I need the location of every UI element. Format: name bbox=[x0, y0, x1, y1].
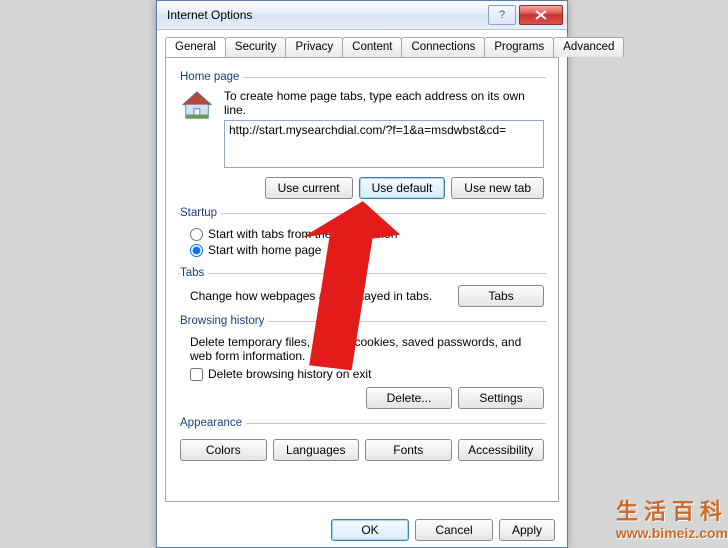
cancel-button[interactable]: Cancel bbox=[415, 519, 493, 541]
appearance-group: Appearance Colors Languages Fonts Access… bbox=[178, 417, 546, 465]
tab-connections[interactable]: Connections bbox=[401, 37, 485, 57]
homepage-instruction: To create home page tabs, type each addr… bbox=[224, 89, 544, 117]
delete-on-exit-label: Delete browsing history on exit bbox=[208, 367, 371, 381]
tabs-legend: Tabs bbox=[180, 267, 208, 279]
use-default-button[interactable]: Use default bbox=[359, 177, 446, 199]
homepage-url-input[interactable] bbox=[224, 120, 544, 168]
delete-on-exit-option[interactable]: Delete browsing history on exit bbox=[190, 367, 544, 381]
languages-button[interactable]: Languages bbox=[273, 439, 360, 461]
startup-home-label: Start with home page bbox=[208, 243, 321, 257]
fonts-button[interactable]: Fonts bbox=[365, 439, 452, 461]
tab-programs[interactable]: Programs bbox=[484, 37, 554, 57]
startup-home-radio[interactable] bbox=[190, 244, 203, 257]
tabs-text: Change how webpages are displayed in tab… bbox=[190, 289, 450, 303]
help-button[interactable]: ? bbox=[488, 5, 516, 25]
tab-security[interactable]: Security bbox=[225, 37, 287, 57]
startup-group: Startup Start with tabs from the last se… bbox=[178, 207, 546, 263]
accessibility-button[interactable]: Accessibility bbox=[458, 439, 545, 461]
dialog-body: General Security Privacy Content Connect… bbox=[157, 30, 567, 502]
use-current-button[interactable]: Use current bbox=[265, 177, 353, 199]
use-new-tab-button[interactable]: Use new tab bbox=[451, 177, 544, 199]
history-legend: Browsing history bbox=[180, 315, 268, 327]
tab-strip: General Security Privacy Content Connect… bbox=[165, 37, 559, 58]
watermark-url: www.bimeiz.com bbox=[616, 525, 728, 542]
tab-content[interactable]: Content bbox=[342, 37, 402, 57]
watermark-text: 生活百科 bbox=[616, 499, 728, 525]
browsing-history-group: Browsing history Delete temporary files,… bbox=[178, 315, 546, 413]
tab-advanced[interactable]: Advanced bbox=[553, 37, 624, 57]
close-icon bbox=[535, 10, 547, 20]
tab-general[interactable]: General bbox=[165, 37, 226, 57]
dialog-action-buttons: OK Cancel Apply bbox=[331, 519, 555, 541]
window-title: Internet Options bbox=[167, 8, 488, 22]
delete-on-exit-checkbox[interactable] bbox=[190, 368, 203, 381]
apply-button[interactable]: Apply bbox=[499, 519, 555, 541]
tab-privacy[interactable]: Privacy bbox=[285, 37, 343, 57]
startup-last-label: Start with tabs from the last session bbox=[208, 227, 397, 241]
startup-last-radio[interactable] bbox=[190, 228, 203, 241]
colors-button[interactable]: Colors bbox=[180, 439, 267, 461]
tabs-button[interactable]: Tabs bbox=[458, 285, 544, 307]
homepage-group: Home page To create home page tabs, type… bbox=[178, 71, 546, 203]
tab-pane-general: Home page To create home page tabs, type… bbox=[165, 57, 559, 502]
tabs-group: Tabs Change how webpages are displayed i… bbox=[178, 267, 546, 311]
home-icon bbox=[180, 89, 214, 123]
settings-button[interactable]: Settings bbox=[458, 387, 544, 409]
delete-button[interactable]: Delete... bbox=[366, 387, 452, 409]
watermark: 生活百科 www.bimeiz.com bbox=[616, 499, 728, 542]
homepage-legend: Home page bbox=[180, 71, 243, 83]
close-button[interactable] bbox=[519, 5, 563, 25]
titlebar-buttons: ? bbox=[488, 5, 563, 25]
appearance-legend: Appearance bbox=[180, 417, 246, 429]
titlebar[interactable]: Internet Options ? bbox=[157, 1, 567, 30]
startup-home-option[interactable]: Start with home page bbox=[190, 243, 544, 257]
startup-legend: Startup bbox=[180, 207, 221, 219]
ok-button[interactable]: OK bbox=[331, 519, 409, 541]
startup-last-session-option[interactable]: Start with tabs from the last session bbox=[190, 227, 544, 241]
history-text: Delete temporary files, history, cookies… bbox=[190, 335, 544, 363]
internet-options-dialog: Internet Options ? General Security Priv… bbox=[156, 0, 568, 548]
